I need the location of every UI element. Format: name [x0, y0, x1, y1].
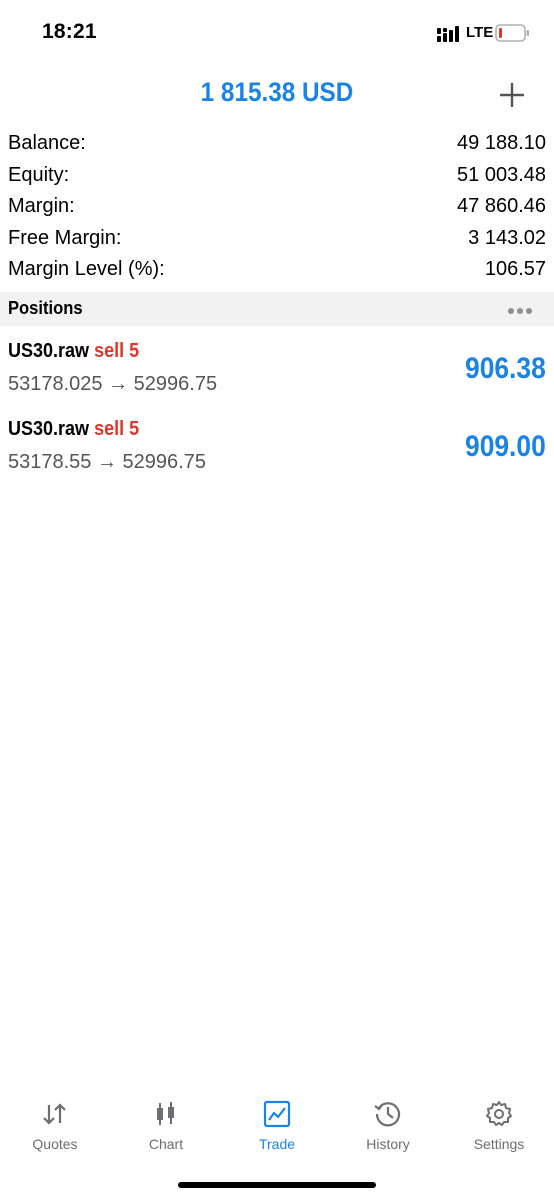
summary-value: 47 860.46: [457, 195, 546, 217]
trade-chart-icon: [263, 1100, 291, 1128]
position-item[interactable]: US30.raw sell 5 53178.55 → 52996.75 909.…: [0, 410, 554, 488]
tab-label: Chart: [148, 1136, 184, 1152]
position-side: sell 5: [94, 418, 140, 440]
summary-value: 3 143.02: [468, 226, 546, 249]
signal-icon: [437, 26, 459, 42]
summary-row-margin: Margin: 47 860.46: [0, 191, 554, 223]
positions-title: Positions: [8, 298, 83, 318]
summary-label: Free Margin:: [8, 226, 122, 249]
position-symbol: US30.raw: [8, 340, 90, 362]
summary-label: Equity:: [8, 163, 70, 186]
summary-value: 51 003.48: [457, 163, 546, 186]
summary-row-balance: Balance: 49 188.10: [0, 128, 554, 160]
summary-label: Margin Level (%):: [8, 258, 165, 280]
position-symbol: US30.raw: [8, 418, 90, 440]
home-indicator[interactable]: [178, 1182, 376, 1188]
plus-icon[interactable]: [495, 78, 529, 112]
tab-chart[interactable]: Chart: [111, 1090, 221, 1160]
quotes-arrows-icon: [43, 1103, 66, 1125]
position-title: US30.raw sell 5: [8, 340, 139, 363]
summary-row-free-margin: Free Margin: 3 143.02: [0, 223, 554, 255]
position-item[interactable]: US30.raw sell 5 53178.025 → 52996.75 906…: [0, 332, 554, 410]
tab-bar: Quotes Chart Trade History Settings: [0, 1090, 554, 1160]
tab-label: Settings: [473, 1136, 525, 1152]
position-profit: 906.38: [465, 352, 546, 385]
tab-label: Trade: [258, 1136, 296, 1152]
summary-row-equity: Equity: 51 003.48: [0, 160, 554, 192]
status-time: 18:21: [42, 20, 97, 43]
position-prices: 53178.55 → 52996.75: [8, 451, 206, 473]
summary-label: Margin:: [8, 195, 75, 217]
tab-history[interactable]: History: [333, 1090, 443, 1160]
history-clock-icon: [374, 1102, 401, 1127]
more-dots-icon[interactable]: [508, 301, 538, 317]
position-title: US30.raw sell 5: [8, 418, 139, 441]
tab-label: Quotes: [32, 1136, 78, 1152]
tab-quotes[interactable]: Quotes: [0, 1090, 110, 1160]
position-profit: 909.00: [465, 430, 546, 463]
position-side: sell 5: [94, 340, 140, 362]
gear-icon: [486, 1101, 512, 1126]
battery-low-icon: [495, 24, 529, 42]
summary-value: 49 188.10: [457, 132, 546, 154]
position-prices: 53178.025 → 52996.75: [8, 373, 218, 395]
network-type: LTE: [466, 24, 494, 41]
positions-section-header: Positions: [0, 292, 554, 326]
status-bar: 18:21 LTE: [0, 0, 554, 64]
summary-value: 106.57: [484, 258, 546, 280]
summary-label: Balance:: [8, 132, 86, 154]
candlestick-icon: [157, 1102, 174, 1125]
account-profit-total: 1 815.38 USD: [200, 77, 354, 107]
tab-label: History: [366, 1136, 410, 1152]
tab-trade[interactable]: Trade: [222, 1090, 332, 1160]
summary-row-margin-level: Margin Level (%): 106.57: [0, 254, 554, 286]
account-summary: Balance: 49 188.10 Equity: 51 003.48 Mar…: [0, 128, 554, 286]
tab-settings[interactable]: Settings: [444, 1090, 554, 1160]
